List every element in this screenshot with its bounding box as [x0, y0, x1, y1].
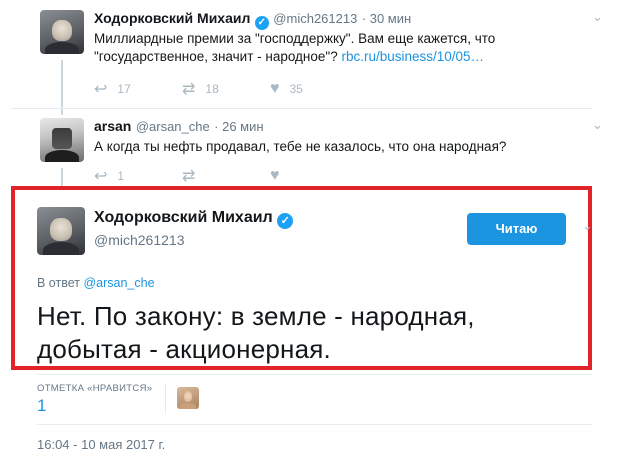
heart-icon: ♥ [270, 80, 280, 97]
chevron-down-icon[interactable]: ⌄ [592, 9, 603, 25]
reply-icon: ↩ [94, 168, 108, 185]
tweet-text-part: "государственное, значит - народное"? [94, 49, 338, 64]
reply-count: 17 [117, 82, 131, 96]
avatar[interactable] [37, 207, 85, 255]
chevron-down-icon[interactable]: ⌄ [582, 218, 593, 234]
avatar[interactable] [40, 10, 84, 54]
like-button[interactable]: ♥ [270, 167, 358, 185]
divider [37, 374, 592, 375]
tweet-timestamp[interactable]: 16:04 - 10 мая 2017 г. [37, 437, 165, 452]
likers-divider [165, 384, 166, 414]
reply-button[interactable]: ↩ 17 [94, 79, 182, 99]
chevron-down-icon[interactable]: ⌄ [592, 117, 603, 133]
tweet-header: Ходорковский Михаил ✓ @mich261213 · 30 м… [94, 10, 411, 30]
verified-icon: ✓ [254, 16, 269, 30]
author-name[interactable]: Ходорковский Михаил [94, 209, 273, 226]
reply-button[interactable]: ↩ 1 [94, 166, 182, 186]
tweet-text: Нет. По закону: в земле - народная, добы… [37, 300, 577, 366]
tweet-link[interactable]: rbc.ru/business/10/05… [341, 49, 484, 64]
liker-avatar[interactable] [177, 387, 199, 409]
retweet-button[interactable]: ⇄ [182, 166, 270, 186]
retweet-count: 18 [205, 82, 219, 96]
reply-handle-link[interactable]: @arsan_che [83, 276, 154, 290]
author-handle[interactable]: @mich261213 [273, 11, 357, 26]
likes-label[interactable]: ОТМЕТКА «НРАВИТСЯ» [37, 383, 152, 394]
reply-context: В ответ @arsan_che [37, 276, 155, 290]
tweet-header: arsan @arsan_che · 26 мин [94, 118, 264, 136]
tweet-time[interactable]: · 26 мин [214, 119, 263, 134]
retweet-icon: ⇄ [182, 81, 196, 98]
author-name[interactable]: Ходорковский Михаил [94, 10, 250, 26]
divider [37, 424, 592, 425]
tweet-time[interactable]: · 30 мин [362, 11, 411, 26]
tweet-text-line: добытая - акционерная. [37, 334, 331, 364]
tweet-text: А когда ты нефть продавал, тебе не казал… [94, 139, 507, 154]
tweet-text-line: Миллиардные премии за "господдержку". Ва… [94, 31, 496, 46]
reply-icon: ↩ [94, 81, 108, 98]
reply-count: 1 [117, 169, 125, 183]
like-button[interactable]: ♥ 35 [270, 80, 358, 98]
reply-prefix: В ответ [37, 276, 80, 290]
divider [11, 108, 592, 109]
likes-count[interactable]: 1 [37, 396, 46, 416]
author-handle[interactable]: @mich261213 [94, 232, 185, 248]
thread-line [61, 60, 63, 115]
tweet-actions: ↩ 17 ⇄ 18 ♥ 35 [94, 79, 358, 99]
verified-icon: ✓ [277, 213, 294, 229]
tweet-text-line: Нет. По закону: в земле - народная, [37, 301, 475, 331]
tweet-actions: ↩ 1 ⇄ ♥ [94, 166, 358, 186]
heart-icon: ♥ [270, 167, 280, 184]
author-name[interactable]: arsan [94, 118, 131, 134]
like-count: 35 [289, 82, 303, 96]
tweet-author: Ходорковский Михаил ✓ [94, 209, 294, 229]
retweet-icon: ⇄ [182, 168, 196, 185]
author-handle[interactable]: @arsan_che [136, 119, 210, 134]
avatar[interactable] [40, 118, 84, 162]
follow-button[interactable]: Читаю [467, 213, 566, 245]
tweet-text-line: "государственное, значит - народное"? rb… [94, 48, 514, 66]
retweet-button[interactable]: ⇄ 18 [182, 79, 270, 99]
tweet-text: Миллиардные премии за "господдержку". Ва… [94, 30, 514, 66]
